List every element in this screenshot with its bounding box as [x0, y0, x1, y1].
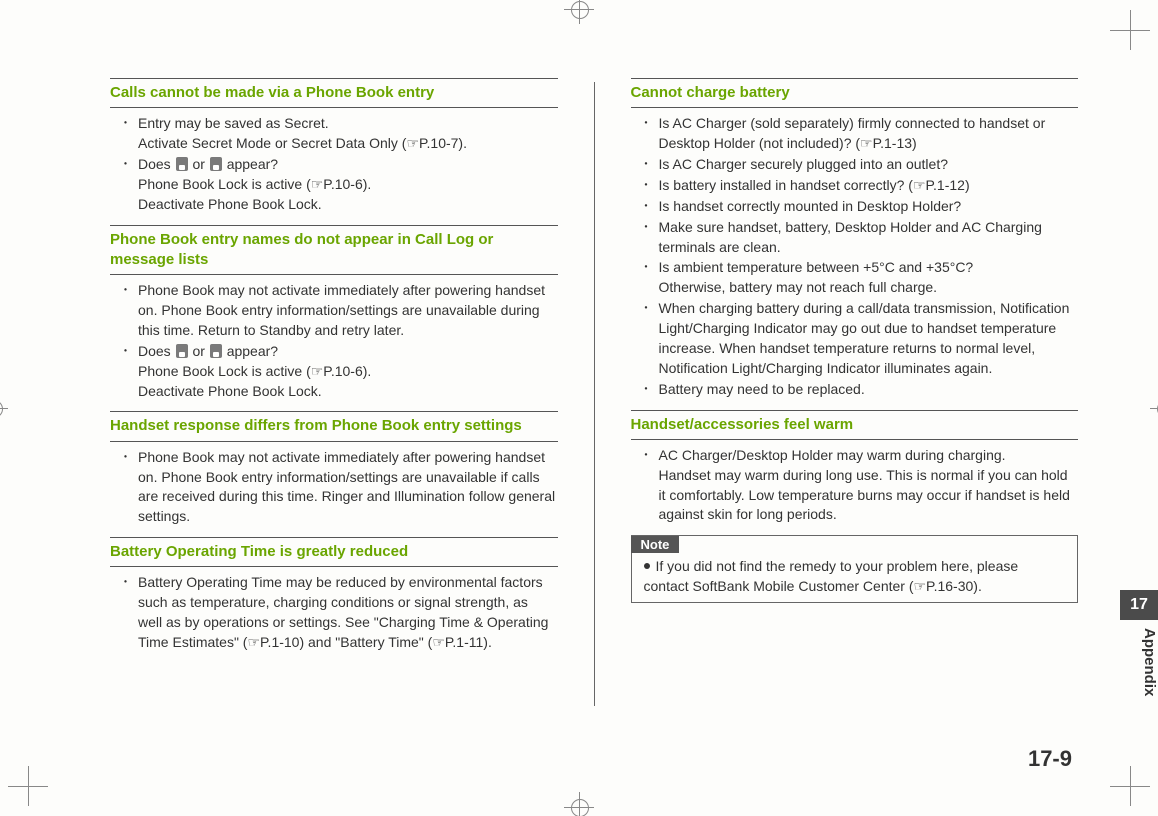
- note-label: Note: [631, 536, 680, 553]
- column-divider: [594, 82, 595, 706]
- chapter-label: Appendix: [1120, 626, 1158, 738]
- list-item: When charging battery during a call/data…: [659, 299, 1077, 379]
- content-area: Calls cannot be made via a Phone Book en…: [110, 78, 1078, 706]
- bullet-list: Battery Operating Time may be reduced by…: [110, 573, 558, 653]
- section-title: Calls cannot be made via a Phone Book en…: [110, 78, 558, 107]
- list-item: Does or appear?Phone Book Lock is active…: [138, 342, 556, 402]
- reg-mark-icon: [564, 792, 594, 816]
- list-item: Is AC Charger securely plugged into an o…: [659, 155, 1077, 175]
- section-title: Handset response differs from Phone Book…: [110, 411, 558, 440]
- troubleshoot-section: Handset/accessories feel warm AC Charger/…: [631, 410, 1079, 526]
- list-item: AC Charger/Desktop Holder may warm durin…: [659, 446, 1077, 526]
- section-title: Phone Book entry names do not appear in …: [110, 225, 558, 275]
- list-item: Is handset correctly mounted in Desktop …: [659, 197, 1077, 217]
- crop-mark-icon: [8, 766, 48, 806]
- crop-mark-icon: [1110, 10, 1150, 50]
- bullet-icon: [644, 563, 650, 569]
- note-body: If you did not find the remedy to your p…: [632, 553, 1078, 602]
- bullet-list: Phone Book may not activate immediately …: [110, 281, 558, 401]
- list-item: Battery may need to be replaced.: [659, 380, 1077, 400]
- list-item: Battery Operating Time may be reduced by…: [138, 573, 556, 653]
- page-number: 17-9: [1028, 746, 1072, 772]
- crop-mark-icon: [1110, 766, 1150, 806]
- troubleshoot-section: Calls cannot be made via a Phone Book en…: [110, 78, 558, 215]
- list-item: Is ambient temperature between +5°C and …: [659, 258, 1077, 298]
- section-title: Battery Operating Time is greatly reduce…: [110, 537, 558, 566]
- phone-lock-icon: [176, 344, 188, 358]
- section-title: Cannot charge battery: [631, 78, 1079, 107]
- phone-lock-icon: [176, 157, 188, 171]
- troubleshoot-section: Phone Book entry names do not appear in …: [110, 225, 558, 402]
- reg-mark-icon: [1150, 393, 1158, 423]
- phone-lock-icon: [210, 157, 222, 171]
- chapter-tab: 17: [1120, 590, 1158, 620]
- bullet-list: Is AC Charger (sold separately) firmly c…: [631, 114, 1079, 399]
- note-box: NoteIf you did not find the remedy to yo…: [631, 535, 1079, 603]
- list-item: Is battery installed in handset correctl…: [659, 176, 1077, 196]
- bullet-list: Phone Book may not activate immediately …: [110, 448, 558, 528]
- reg-mark-icon: [0, 393, 8, 423]
- list-item: Phone Book may not activate immediately …: [138, 448, 556, 528]
- section-title: Handset/accessories feel warm: [631, 410, 1079, 439]
- phone-lock-icon: [210, 344, 222, 358]
- bullet-list: Entry may be saved as Secret.Activate Se…: [110, 114, 558, 214]
- list-item: Is AC Charger (sold separately) firmly c…: [659, 114, 1077, 154]
- bullet-list: AC Charger/Desktop Holder may warm durin…: [631, 446, 1079, 526]
- list-item: Make sure handset, battery, Desktop Hold…: [659, 218, 1077, 258]
- reg-mark-icon: [564, 0, 594, 24]
- troubleshoot-section: Handset response differs from Phone Book…: [110, 411, 558, 527]
- troubleshoot-section: Battery Operating Time is greatly reduce…: [110, 537, 558, 653]
- right-column: Cannot charge battery Is AC Charger (sold…: [631, 78, 1079, 706]
- troubleshoot-section: Cannot charge battery Is AC Charger (sold…: [631, 78, 1079, 400]
- list-item: Entry may be saved as Secret.Activate Se…: [138, 114, 556, 154]
- manual-page: Calls cannot be made via a Phone Book en…: [0, 0, 1158, 816]
- list-item: Phone Book may not activate immediately …: [138, 281, 556, 341]
- list-item: Does or appear?Phone Book Lock is active…: [138, 155, 556, 215]
- left-column: Calls cannot be made via a Phone Book en…: [110, 78, 558, 706]
